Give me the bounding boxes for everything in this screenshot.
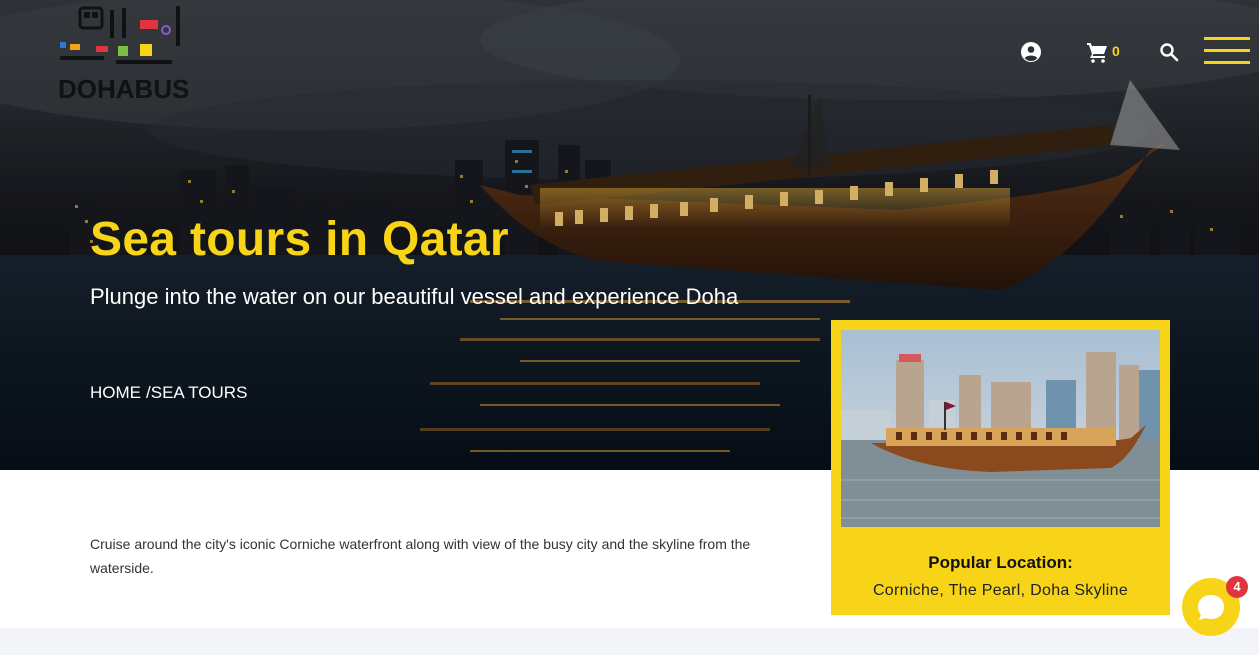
dohabus-logo[interactable]: DOHABUS bbox=[56, 4, 188, 102]
hero-subtitle: Plunge into the water on our beautiful v… bbox=[90, 284, 739, 309]
breadcrumb: HOME/SEA TOURS bbox=[90, 383, 247, 403]
cart-count-badge[interactable]: 0 bbox=[1112, 43, 1120, 59]
cart-icon[interactable] bbox=[1086, 41, 1108, 63]
chat-notification-badge: 4 bbox=[1226, 576, 1248, 598]
card-locations: Corniche, The Pearl, Doha Skyline bbox=[872, 582, 1129, 599]
section-divider-band bbox=[0, 628, 1259, 655]
tour-description: Cruise around the city's iconic Corniche… bbox=[90, 536, 751, 576]
breadcrumb-current: SEA TOURS bbox=[150, 383, 248, 402]
page-title: Sea tours in Qatar bbox=[90, 213, 509, 266]
hamburger-menu-icon[interactable] bbox=[1204, 37, 1250, 65]
card-title: Popular Location: bbox=[928, 553, 1073, 572]
breadcrumb-home-link[interactable]: HOME bbox=[90, 383, 141, 402]
logo-wordmark: DOHABUS bbox=[58, 74, 188, 102]
user-icon[interactable] bbox=[1020, 41, 1042, 63]
popular-location-card: Popular Location: Corniche, The Pearl, D… bbox=[831, 320, 1170, 615]
dhow-boat-photo bbox=[841, 330, 1160, 527]
search-icon[interactable] bbox=[1159, 42, 1179, 62]
page: DOHABUS 0 Sea tours in Qatar Plunge into… bbox=[0, 0, 1259, 655]
